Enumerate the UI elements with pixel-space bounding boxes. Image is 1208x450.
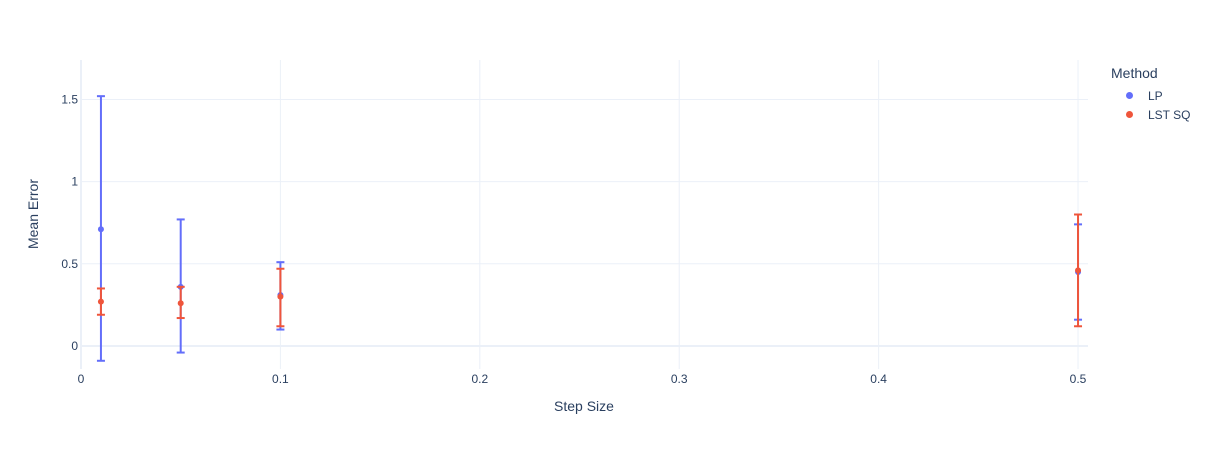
legend-item-lst-sq[interactable]: LST SQ — [1111, 105, 1190, 124]
legend-title: Method — [1111, 65, 1158, 81]
legend-marker-icon — [1126, 92, 1133, 99]
x-axis-title: Step Size — [554, 398, 614, 414]
series-layer — [96, 95, 1083, 362]
chart: 0 0.1 0.2 0.3 0.4 0.5 0 0.5 1 1.5 Step Size Mean … — [25, 60, 1088, 414]
legend-item-lp[interactable]: LP — [1111, 86, 1190, 105]
y-tick-label: 1.5 — [61, 92, 78, 106]
legend-marker-icon — [1126, 111, 1133, 118]
x-tick-label: 0.3 — [671, 372, 688, 386]
x-tick-label: 0.5 — [1070, 372, 1087, 386]
grid — [80, 60, 1088, 369]
y-tick-label: 0 — [71, 339, 78, 353]
legend: Method LP LST SQ — [1111, 64, 1190, 124]
y-tick-label: 0.5 — [61, 257, 78, 271]
x-tick-label: 0.1 — [272, 372, 289, 386]
series-lp — [96, 95, 1083, 362]
data-point — [97, 298, 104, 305]
x-tick-label: 0 — [78, 372, 85, 386]
data-point — [1075, 267, 1082, 274]
legend-label: LP — [1148, 88, 1163, 103]
data-point — [97, 226, 104, 233]
x-tick-label: 0.2 — [471, 372, 488, 386]
data-point — [177, 300, 184, 307]
x-tick-label: 0.4 — [870, 372, 887, 386]
y-tick-label: 1 — [71, 175, 78, 189]
y-axis-title: Mean Error — [25, 179, 41, 249]
axes: 0 0.1 0.2 0.3 0.4 0.5 0 0.5 1 1.5 — [61, 92, 1086, 386]
legend-label: LST SQ — [1148, 107, 1191, 122]
data-point — [277, 293, 284, 300]
series-lst-sq — [96, 213, 1083, 328]
